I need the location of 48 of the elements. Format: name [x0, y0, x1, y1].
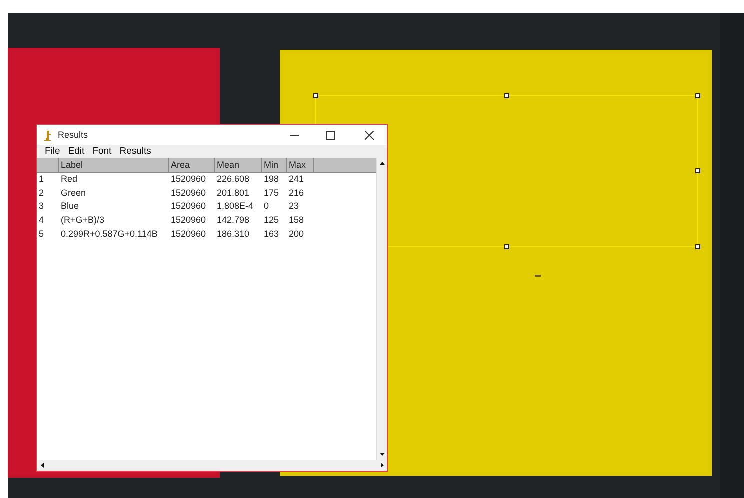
table-cell-text: 201.801	[216, 186, 251, 200]
column-header[interactable]: Mean	[215, 158, 262, 172]
table-cell-text: Red	[60, 173, 79, 186]
table-cell-text: (R+G+B)/3	[60, 214, 106, 228]
table-cell-text: 1520960	[170, 186, 208, 200]
row-number: 2	[38, 186, 46, 200]
scroll-up-icon[interactable]	[380, 162, 384, 165]
table-cell-text: 216	[288, 186, 306, 200]
table-cell-text: 198	[263, 173, 280, 186]
table-cell-text: 1520960	[170, 173, 208, 186]
table-cell-text: 163	[263, 228, 280, 241]
column-header[interactable]: Max	[287, 158, 314, 172]
scroll-left-icon[interactable]	[40, 463, 44, 468]
row-number: 1	[38, 173, 46, 186]
table-cell-text: 226.608	[216, 173, 251, 186]
table-cell-text: 1520960	[170, 214, 208, 228]
menu-item[interactable]: Results	[116, 146, 156, 157]
table-cell-text: 175	[263, 186, 280, 200]
table-cell-text: 1520960	[170, 200, 208, 214]
row-number: 5	[38, 228, 46, 241]
table-cell-text: 158	[288, 214, 306, 228]
maximize-icon[interactable]	[326, 130, 334, 140]
table-cell-text: 1520960	[170, 228, 208, 241]
table-cell-text: 186.310	[216, 228, 251, 241]
table-cell-text: 200	[288, 228, 306, 241]
minimize-icon[interactable]	[290, 134, 298, 136]
table-cell-text: 142.798	[216, 214, 251, 228]
table-cell-text: 0.299R+0.587G+0.114B	[60, 228, 159, 241]
scroll-right-icon[interactable]	[380, 463, 384, 468]
table-cell-text: 23	[288, 200, 300, 214]
table-cell-text: Blue	[60, 200, 80, 214]
row-number: 3	[38, 200, 46, 214]
menu-item[interactable]: Font	[88, 146, 116, 157]
table-cell-text: Green	[60, 186, 88, 200]
close-icon[interactable]	[364, 130, 374, 140]
table-cell-text: 125	[263, 214, 280, 228]
table-cell-text: 241	[288, 173, 306, 186]
menu-item[interactable]: Edit	[64, 146, 89, 157]
microscope-icon	[43, 130, 52, 140]
window-title: Results	[58, 130, 90, 140]
menu-item[interactable]: File	[41, 146, 64, 157]
column-header[interactable]: Area	[169, 158, 215, 172]
row-number: 4	[38, 214, 46, 228]
table-cell-text: 1.808E-4	[216, 200, 255, 214]
column-header[interactable]: Label	[59, 158, 169, 172]
scroll-down-icon[interactable]	[380, 453, 384, 456]
column-header[interactable]: Min	[262, 158, 287, 172]
table-cell-text: 0	[263, 200, 270, 214]
